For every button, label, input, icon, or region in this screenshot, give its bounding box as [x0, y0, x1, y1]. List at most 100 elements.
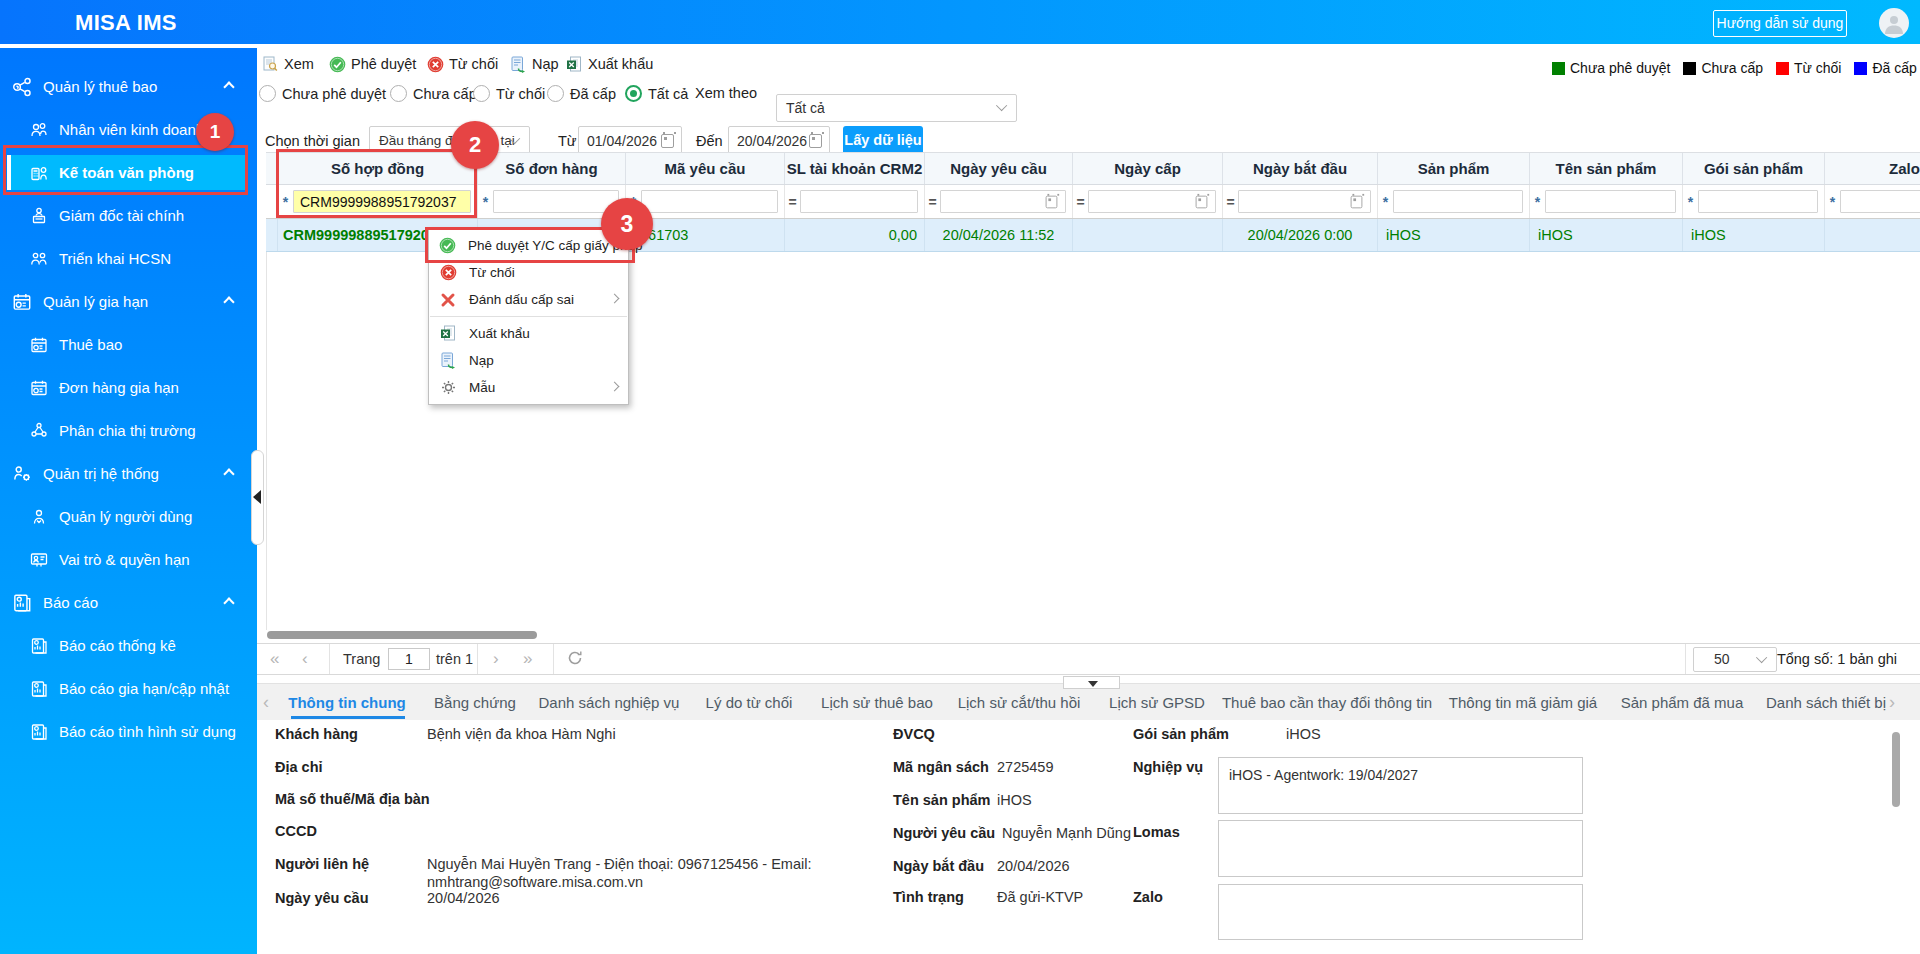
filter-ten-san-pham[interactable]: * [1530, 185, 1683, 218]
next-page-button[interactable]: › [493, 644, 499, 674]
sidebar-group-bao-cao[interactable]: Báo cáo [0, 581, 257, 624]
radio-chua-cap[interactable]: Chưa cấp [390, 84, 477, 103]
vertical-scrollbar-thumb[interactable] [1892, 732, 1900, 807]
cell-zalo[interactable] [1825, 219, 1920, 251]
excel-icon [566, 56, 583, 73]
filter-goi-san-pham[interactable]: * [1683, 185, 1825, 218]
radio-chua-phe-duyet[interactable]: Chưa phê duyệt [259, 84, 386, 103]
tabs-scroll-left-icon[interactable]: ‹ [263, 684, 269, 721]
tab-danh-sach-nghiep-vu[interactable]: Danh sách nghiệp vụ [539, 684, 680, 721]
sidebar-item-bao-cao-tinh-hinh[interactable]: Báo cáo tình hình sử dụng [0, 710, 257, 753]
to-date-input[interactable]: 20/04/2026 [728, 126, 830, 155]
col-goi-san-pham[interactable]: Gói sản phẩm [1683, 153, 1825, 184]
menu-load[interactable]: Nạp [429, 347, 628, 374]
first-page-button[interactable]: « [270, 644, 279, 674]
filter-ngay-cap[interactable]: = [1073, 185, 1223, 218]
col-so-don-hang[interactable]: Số đơn hàng [478, 153, 626, 184]
radio-circle[interactable] [259, 85, 276, 102]
radio-da-cap[interactable]: Đã cấp [547, 84, 616, 103]
sidebar-item-quan-ly-nguoi-dung[interactable]: Quản lý người dùng [0, 495, 257, 538]
col-sl-tai-khoan[interactable]: SL tài khoản CRM2 [785, 153, 925, 184]
cell-product[interactable]: iHOS [1378, 219, 1530, 251]
load-button[interactable]: Nạp [510, 52, 559, 76]
last-page-button[interactable]: » [523, 644, 532, 674]
get-data-button[interactable]: Lấy dữ liệu [843, 126, 923, 155]
refresh-button[interactable] [567, 650, 583, 670]
tab-san-pham-da-mua[interactable]: Sản phẩm đã mua [1621, 684, 1744, 721]
menu-template[interactable]: Mẫu [429, 374, 628, 401]
zalo-box[interactable] [1218, 884, 1583, 940]
field-value: Đã gửi-KTVP [997, 889, 1083, 905]
sidebar-item-phan-chia-thi-truong[interactable]: Phân chia thị trường [0, 409, 257, 452]
tab-lich-su-cat-thu-hoi[interactable]: Lịch sử cắt/thu hồi [958, 684, 1081, 721]
filter-ngay-yeu-cau[interactable]: = [925, 185, 1073, 218]
page-number-input[interactable]: 1 [388, 648, 430, 670]
tabs-scroll-right-icon[interactable]: › [1889, 684, 1895, 721]
sidebar-group-quan-ly-gia-han[interactable]: Quản lý gia hạn [0, 280, 257, 323]
filter-ngay-bat-dau[interactable]: = [1223, 185, 1378, 218]
menu-export[interactable]: Xuất khẩu [429, 320, 628, 347]
calendar-icon[interactable] [809, 134, 822, 148]
sidebar-item-don-hang-gia-han[interactable]: Đơn hàng gia hạn [0, 366, 257, 409]
user-avatar[interactable] [1879, 8, 1909, 38]
filter-sl-tai-khoan[interactable]: = [785, 185, 925, 218]
sidebar-group-quan-tri-he-thong[interactable]: Quản trị hệ thống [0, 452, 257, 495]
tab-thue-bao-can-thay-doi[interactable]: Thuê bao cần thay đổi thông tin [1222, 684, 1432, 721]
menu-reject[interactable]: Từ chối [429, 259, 628, 286]
app-title: MISA IMS [75, 0, 177, 46]
help-button[interactable]: Hướng dẫn sử dụng [1713, 10, 1847, 37]
cell-product-name[interactable]: iHOS [1530, 219, 1683, 251]
radio-tat-ca[interactable]: Tất cả [625, 84, 688, 103]
sidebar-item-bao-cao-gia-han[interactable]: Báo cáo gia hạn/cập nhật [0, 667, 257, 710]
tab-danh-sach-thiet-bi[interactable]: Danh sách thiết bị [1766, 684, 1886, 721]
approve-button[interactable]: Phê duyệt [329, 52, 416, 76]
cell-product-pack[interactable]: iHOS [1683, 219, 1825, 251]
col-ten-san-pham[interactable]: Tên sản phẩm [1530, 153, 1683, 184]
calendar-icon[interactable] [661, 134, 674, 148]
col-ngay-cap[interactable]: Ngày cấp [1073, 153, 1223, 184]
horizontal-scrollbar-thumb[interactable] [267, 631, 537, 639]
export-button[interactable]: Xuất khẩu [566, 52, 653, 76]
tab-bang-chung[interactable]: Bằng chứng [434, 684, 516, 721]
detail-collapse-handle[interactable] [1063, 676, 1120, 689]
radio-tu-choi[interactable]: Từ chối [473, 84, 545, 103]
sidebar-item-bao-cao-thong-ke[interactable]: Báo cáo thống kê [0, 624, 257, 667]
radio-circle[interactable] [625, 85, 642, 102]
tab-ly-do-tu-choi[interactable]: Lý do từ chối [706, 684, 793, 721]
col-ngay-yeu-cau[interactable]: Ngày yêu cầu [925, 153, 1073, 184]
filter-zalo[interactable]: * [1825, 185, 1920, 218]
col-zalo[interactable]: Zalo [1825, 153, 1920, 184]
field-label: Người yêu cầu [893, 825, 995, 841]
reject-button[interactable]: Từ chối [427, 52, 498, 76]
cell-request-date[interactable]: 20/04/2026 11:52 [925, 219, 1073, 251]
cell-issue-date[interactable] [1073, 219, 1223, 251]
tab-lich-su-gpsd[interactable]: Lịch sử GPSD [1109, 684, 1205, 721]
filter-san-pham[interactable]: * [1378, 185, 1530, 218]
sidebar-collapse-arrow-icon[interactable] [253, 490, 261, 504]
prev-page-button[interactable]: ‹ [302, 644, 308, 674]
sidebar-group-quan-ly-thue-bao[interactable]: Quản lý thuê bao [0, 65, 257, 108]
people-icon [28, 249, 50, 269]
lomas-box[interactable] [1218, 820, 1583, 877]
col-ma-yeu-cau[interactable]: Mã yêu cầu [626, 153, 785, 184]
sidebar-item-trien-khai-hcsn[interactable]: Triển khai HCSN [0, 237, 257, 280]
radio-circle[interactable] [473, 85, 490, 102]
tab-lich-su-thue-bao[interactable]: Lịch sử thuê bao [821, 684, 933, 721]
sidebar-item-thue-bao[interactable]: Thuê bao [0, 323, 257, 366]
sidebar-item-giam-doc-tai-chinh[interactable]: Giám đốc tài chính [0, 194, 257, 237]
view-by-dropdown[interactable]: Tất cả [776, 94, 1017, 122]
radio-circle[interactable] [547, 85, 564, 102]
view-button[interactable]: Xem [262, 52, 314, 76]
page-size-dropdown[interactable]: 50 [1693, 647, 1777, 672]
cell-crm2[interactable]: 0,00 [785, 219, 925, 251]
col-ngay-bat-dau[interactable]: Ngày bắt đầu [1223, 153, 1378, 184]
from-date-input[interactable]: 01/04/2026 [578, 126, 682, 155]
load-doc-icon [439, 352, 457, 370]
col-san-pham[interactable]: Sản phẩm [1378, 153, 1530, 184]
radio-circle[interactable] [390, 85, 407, 102]
cell-start-date[interactable]: 20/04/2026 0:00 [1223, 219, 1378, 251]
tab-thong-tin-ma-giam-gia[interactable]: Thông tin mã giảm giá [1449, 684, 1597, 721]
sidebar-item-vai-tro-quyen-han[interactable]: Vai trò & quyền hạn [0, 538, 257, 581]
nghiep-vu-box[interactable]: iHOS - Agentwork: 19/04/2027 [1218, 757, 1583, 814]
menu-mark-wrong[interactable]: Đánh dấu cấp sai [429, 286, 628, 313]
